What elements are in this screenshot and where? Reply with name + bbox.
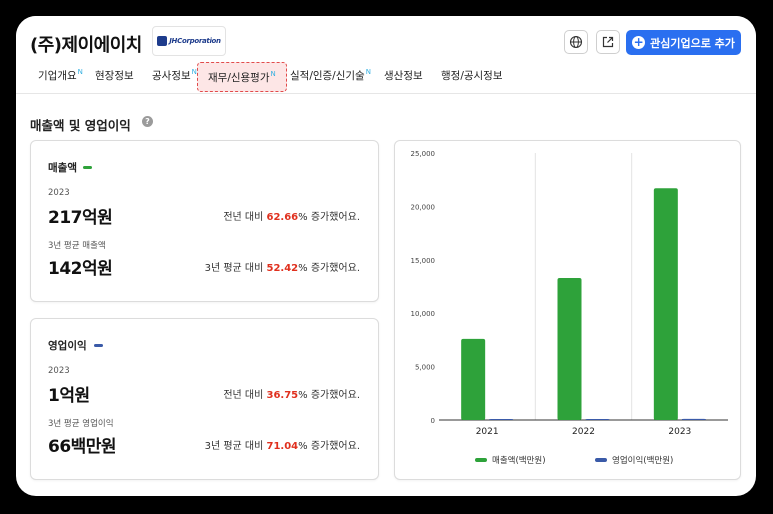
tab-admin-disclosure[interactable]: 행정/공시정보 <box>441 68 503 83</box>
compare-pct: 71.04 <box>266 441 299 452</box>
help-icon[interactable]: ? <box>142 116 153 127</box>
revenue-avg-text: 3년 평균 대비 52.42% 증가했어요. <box>205 259 360 274</box>
compare-prefix: 3년 평균 대비 <box>204 263 267 274</box>
y-tick-label: 5,000 <box>415 364 435 372</box>
company-logo: JHCorporation <box>152 26 226 56</box>
y-tick-label: 25,000 <box>411 150 436 158</box>
compare-suffix: % 증가했어요. <box>298 390 360 401</box>
language-button[interactable] <box>564 30 588 54</box>
revenue-year-value: 217억원 <box>48 208 113 228</box>
operating-avg-label: 3년 평균 영업이익 <box>48 419 114 429</box>
legend-swatch <box>595 458 607 462</box>
legend-item-operating[interactable]: 영업이익(백만원) <box>595 454 673 466</box>
compare-prefix: 전년 대비 <box>223 212 267 223</box>
open-external-button[interactable] <box>596 30 620 54</box>
logo-text: JHCorporation <box>169 37 221 45</box>
tab-finance-credit[interactable]: 재무/신용평가N <box>197 62 287 92</box>
tab-label: 재무/신용평가 <box>208 72 270 84</box>
operating-avg-value: 66백만원 <box>48 437 117 457</box>
legend-swatch <box>475 458 487 462</box>
add-favorite-button[interactable]: + 관심기업으로 추가 <box>626 30 741 55</box>
legend-label: 영업이익(백만원) <box>612 456 674 466</box>
x-tick-label: 2021 <box>476 427 499 437</box>
revenue-title: 매출액 <box>48 162 77 174</box>
tab-label: 기업개요 <box>38 70 77 82</box>
revenue-avg-label: 3년 평균 매출액 <box>48 241 106 251</box>
tab-label: 공사정보 <box>152 70 191 82</box>
bar-revenue <box>557 277 582 420</box>
new-badge: N <box>77 68 83 76</box>
section-title: 매출액 및 영업이익 <box>30 118 131 133</box>
bar-operating-profit <box>681 418 706 420</box>
bar-chart: 0 5,000 10,000 15,000 20,000 25,000 2021 2022 20… <box>411 150 728 437</box>
globe-icon <box>569 35 583 49</box>
tab-production-info[interactable]: 생산정보 <box>384 68 423 83</box>
operating-profit-card: 영업이익 2023 1억원 전년 대비 36.75% 증가했어요. 3년 평균 … <box>30 318 379 480</box>
tab-site-info[interactable]: 현장정보 <box>95 68 134 83</box>
operating-year-value: 1억원 <box>48 386 90 406</box>
compare-prefix: 3년 평균 대비 <box>204 441 267 452</box>
compare-pct: 36.75 <box>266 390 299 401</box>
tab-bar: 기업개요N 현장정보 공사정보N 재무/신용평가N 실적/인증/신기술N 생산정… <box>16 62 756 92</box>
legend-item-revenue[interactable]: 매출액(백만원) <box>475 454 546 466</box>
plus-icon: + <box>632 35 646 49</box>
operating-avg-text: 3년 평균 대비 71.04% 증가했어요. <box>205 437 360 452</box>
operating-year-label: 2023 <box>48 366 70 376</box>
y-tick-label: 0 <box>431 417 435 425</box>
tab-company-overview[interactable]: 기업개요N <box>38 68 83 83</box>
tab-construction-info[interactable]: 공사정보N <box>152 68 197 83</box>
header: (주)제이에이치 JHCorporation + 관심기업으로 추가 기업개요N <box>16 16 756 94</box>
revenue-yoy-text: 전년 대비 62.66% 증가했어요. <box>223 208 360 223</box>
external-link-icon <box>602 36 614 48</box>
compare-suffix: % 증가했어요. <box>298 441 360 452</box>
tab-label: 현장정보 <box>95 70 134 82</box>
app-window: (주)제이에이치 JHCorporation + 관심기업으로 추가 기업개요N <box>16 16 756 496</box>
company-name: (주)제이에이치 <box>30 35 142 56</box>
y-tick-label: 15,000 <box>411 257 436 265</box>
compare-suffix: % 증가했어요. <box>298 212 360 223</box>
add-favorite-label: 관심기업으로 추가 <box>650 36 735 50</box>
revenue-avg-value: 142억원 <box>48 259 113 279</box>
bar-operating-profit <box>585 419 610 420</box>
compare-prefix: 전년 대비 <box>223 390 267 401</box>
bar-revenue <box>653 188 678 420</box>
compare-suffix: % 증가했어요. <box>298 263 360 274</box>
bar-revenue <box>461 338 486 420</box>
legend-label: 매출액(백만원) <box>492 456 546 466</box>
y-tick-label: 10,000 <box>411 310 436 318</box>
operating-legend-swatch <box>94 344 103 347</box>
tab-performance-certification[interactable]: 실적/인증/신기술N <box>290 68 371 83</box>
y-tick-label: 20,000 <box>411 203 436 211</box>
revenue-legend-swatch <box>83 166 92 169</box>
operating-title: 영업이익 <box>48 340 87 352</box>
revenue-card: 매출액 2023 217억원 전년 대비 62.66% 증가했어요. 3년 평균… <box>30 140 379 302</box>
revenue-year-label: 2023 <box>48 188 70 198</box>
x-tick-label: 2023 <box>668 427 691 437</box>
compare-pct: 62.66 <box>266 212 299 223</box>
compare-pct: 52.42 <box>266 263 299 274</box>
new-badge: N <box>365 68 371 76</box>
tab-label: 생산정보 <box>384 70 423 82</box>
operating-yoy-text: 전년 대비 36.75% 증가했어요. <box>223 386 360 401</box>
chart-card: 0 5,000 10,000 15,000 20,000 25,000 2021 2022 20… <box>394 140 741 480</box>
x-tick-label: 2022 <box>572 427 595 437</box>
new-badge: N <box>270 70 276 78</box>
bar-operating-profit <box>489 419 514 420</box>
tab-label: 행정/공시정보 <box>441 70 503 82</box>
tab-label: 실적/인증/신기술 <box>290 70 365 82</box>
logo-mark-icon <box>157 36 168 46</box>
